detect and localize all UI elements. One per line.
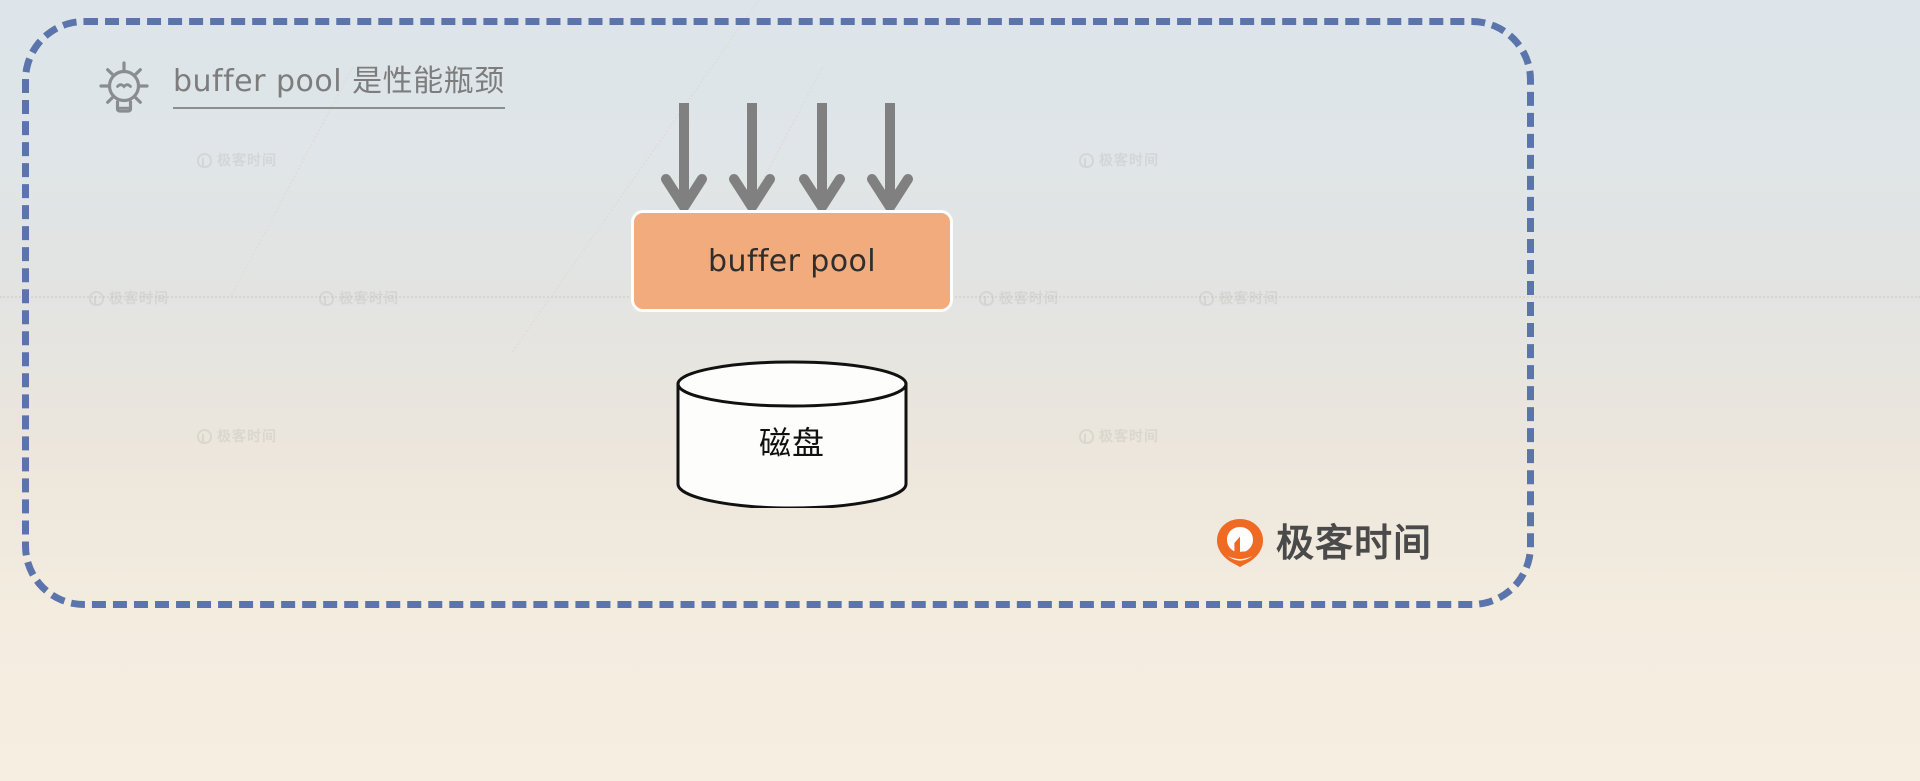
buffer-pool-label: buffer pool xyxy=(708,243,876,279)
buffer-pool-node: buffer pool xyxy=(631,210,953,312)
arrow-down-icon xyxy=(799,98,845,213)
arrow-down-icon xyxy=(661,98,707,213)
diagram-canvas: 极客时间 极客时间 极客时间 极客时间 极客时间 极客时间 极客时间 极客时间 xyxy=(0,0,1920,781)
lightbulb-icon xyxy=(95,57,153,119)
page-title: buffer pool 是性能瓶颈 xyxy=(173,67,505,109)
geektime-logo-icon xyxy=(1216,518,1264,568)
geektime-logo: 极客时间 xyxy=(1216,518,1432,568)
disk-node: 磁盘 xyxy=(675,360,909,508)
geektime-logo-text: 极客时间 xyxy=(1276,521,1433,565)
disk-label: 磁盘 xyxy=(758,424,825,462)
arrow-down-icon xyxy=(729,98,775,213)
header: buffer pool 是性能瓶颈 xyxy=(95,57,505,119)
arrow-down-icon xyxy=(867,98,913,213)
